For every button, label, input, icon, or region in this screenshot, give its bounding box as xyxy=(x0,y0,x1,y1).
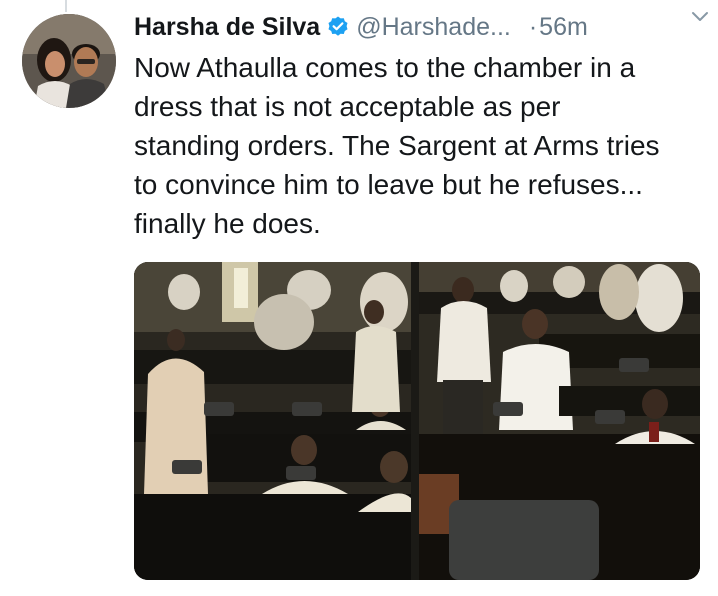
author-handle[interactable]: @Harshade... xyxy=(356,13,511,42)
separator-dot: · xyxy=(528,12,538,41)
tweet-header: Harsha de Silva @Harshade... · 56m xyxy=(134,10,700,44)
verified-badge-icon xyxy=(328,16,348,36)
media-photo-left[interactable] xyxy=(134,262,411,580)
chevron-down-icon[interactable] xyxy=(690,10,710,24)
author-avatar[interactable] xyxy=(22,14,116,108)
author-name[interactable]: Harsha de Silva xyxy=(134,13,320,42)
tweet-body-text: Now Athaulla comes to the chamber in a d… xyxy=(134,52,660,239)
thread-connector-line xyxy=(65,0,67,12)
tweet-timestamp[interactable]: 56m xyxy=(539,13,588,42)
media-photo-right[interactable] xyxy=(419,262,700,580)
tweet-media-grid xyxy=(134,262,700,580)
